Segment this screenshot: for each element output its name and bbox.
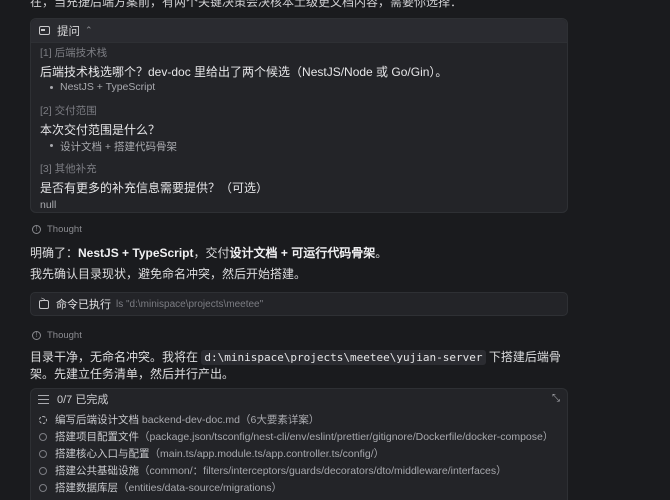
partial-message: 在，当充捷后端方案前，有两个关键决策会决核本土级更文档内容，需要你选择： <box>30 0 463 9</box>
msg-text: 。 <box>375 246 388 260</box>
msg-text: ，交付 <box>193 246 230 260</box>
thought-toggle[interactable]: ! Thought <box>32 224 82 235</box>
task-list-header[interactable]: 0/7 已完成 ⤡ <box>31 389 567 409</box>
lightbulb-icon: ! <box>32 225 41 234</box>
thought-toggle[interactable]: ! Thought <box>32 330 82 341</box>
msg-bold: NestJS + TypeScript <box>78 246 194 260</box>
pending-icon <box>39 432 47 441</box>
task-item: 编写后端设计文档 backend-dev-doc.md（6大要素详案） <box>39 412 319 427</box>
task-item: 搭建项目配置文件 （package.json/tsconfig/nest-cli/… <box>39 429 553 444</box>
pending-icon <box>39 466 47 475</box>
in-progress-icon <box>39 415 47 424</box>
lightbulb-icon: ! <box>32 331 41 340</box>
msg-text: 明确了： <box>30 246 79 260</box>
section-question: 本次交付范围是什么？ <box>40 123 161 137</box>
chat-bubble-icon <box>39 26 50 35</box>
pending-icon <box>39 449 47 458</box>
thought-label: Thought <box>47 330 82 341</box>
ask-panel-title: 提问 <box>57 25 80 38</box>
task-progress: 0/7 已完成 <box>57 394 109 406</box>
command-executed-block[interactable]: 命令已执行 ls "d:\minispace\projects\meetee" <box>30 292 568 316</box>
task-list-panel: 0/7 已完成 ⤡ 编写后端设计文档 backend-dev-doc.md（6大… <box>30 388 568 500</box>
command-label: 命令已执行 <box>56 299 111 311</box>
section-question: 是否有更多的补充信息需要提供？（可选） <box>40 181 269 195</box>
task-item: 搭建核心入口与配置 （main.ts/app.module.ts/app.cont… <box>39 446 384 461</box>
task-title: 搭建公共基础设施 <box>55 465 139 477</box>
collapse-icon[interactable]: ⤡ <box>552 393 560 404</box>
task-title: 搭建数据库层 <box>55 482 118 494</box>
inline-code: d:\minispace\projects\meetee\yujian-serv… <box>201 350 486 365</box>
section-answer: null <box>40 199 57 211</box>
task-desc: backend-dev-doc.md（6大要素详案） <box>141 414 320 426</box>
ask-panel: 提问 ⌃ [1] 后端技术栈 后端技术栈选哪个？dev-doc 里给出了两个候选… <box>30 18 568 213</box>
ask-panel-header[interactable]: 提问 ⌃ <box>31 19 567 43</box>
section-label: [1] 后端技术栈 <box>40 47 108 59</box>
assistant-message: 目录干净，无命名冲突。我将在 d:\minispace\projects\mee… <box>30 349 568 383</box>
assistant-message: 明确了：NestJS + TypeScript，交付设计文档 + 可运行代码骨架… <box>30 245 568 262</box>
task-desc: （common/：filters/interceptors/guards/dec… <box>139 465 507 477</box>
expand-collapse-icon[interactable]: ⌃ <box>85 25 93 36</box>
thought-label: Thought <box>47 224 82 235</box>
msg-bold: 设计文档 + 可运行代码骨架 <box>229 246 376 260</box>
command-text: ls "d:\minispace\projects\meetee" <box>116 298 264 310</box>
section-answer: 设计文档 + 搭建代码骨架 <box>50 141 177 153</box>
terminal-icon <box>39 297 49 309</box>
msg-text: 目录干净，无命名冲突。我将在 <box>30 350 202 364</box>
section-label: [3] 其他补充 <box>40 163 97 175</box>
task-item: 搭建数据库层 （entities/data-source/migrations） <box>39 480 282 495</box>
assistant-message: 我先确认目录现状，避免命名冲突，然后开始搭建。 <box>30 267 307 281</box>
checklist-icon <box>38 394 49 404</box>
section-answer: NestJS + TypeScript <box>49 81 156 93</box>
task-title: 搭建核心入口与配置 <box>55 448 150 460</box>
task-item: 搭建公共基础设施 （common/：filters/interceptors/gu… <box>39 463 507 478</box>
task-desc: （entities/data-source/migrations） <box>118 482 282 494</box>
task-desc: （package.json/tsconfig/nest-cli/env/esli… <box>139 431 554 443</box>
pending-icon <box>39 483 47 492</box>
task-desc: （main.ts/app.module.ts/app.controller.ts… <box>149 448 385 460</box>
section-label: [2] 交付范围 <box>40 105 97 117</box>
task-title: 搭建项目配置文件 <box>55 431 139 443</box>
section-question: 后端技术栈选哪个？dev-doc 里给出了两个候选（NestJS/Node 或 … <box>40 65 448 79</box>
task-title: 编写后端设计文档 <box>55 414 139 426</box>
